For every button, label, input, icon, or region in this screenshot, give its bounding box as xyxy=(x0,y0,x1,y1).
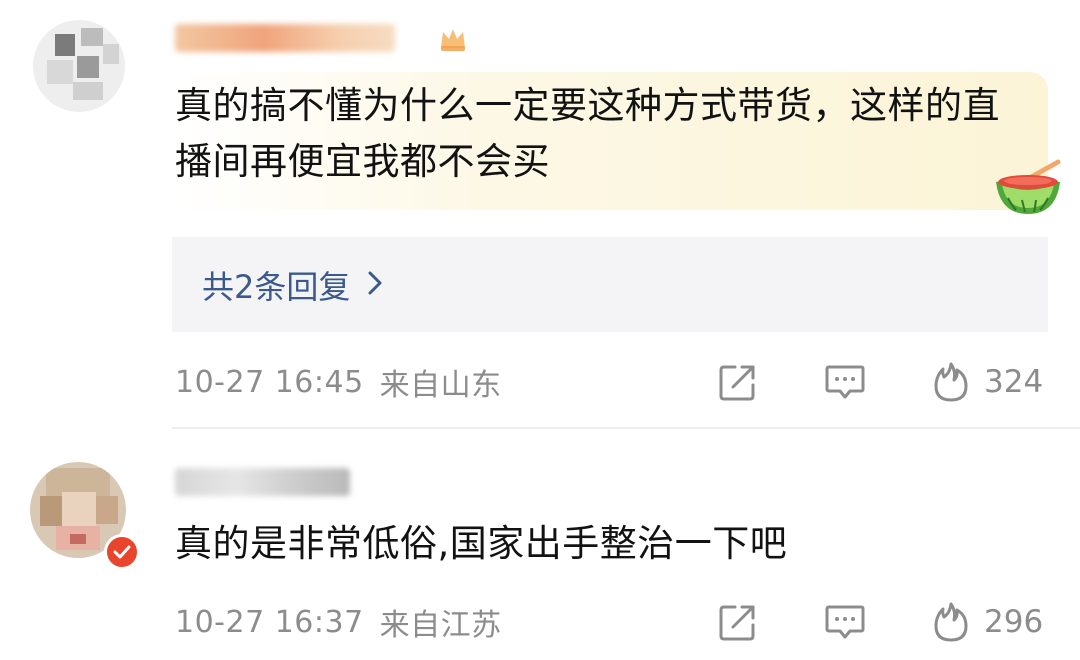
share-button[interactable] xyxy=(718,360,758,404)
replies-box: 共2条回复 xyxy=(172,237,1048,332)
comment-text: 真的是非常低俗,国家出手整治一下吧 xyxy=(175,522,788,565)
like-button[interactable]: 324 xyxy=(932,360,1043,404)
comment-icon xyxy=(824,361,866,403)
share-button[interactable] xyxy=(718,600,758,644)
like-count: 296 xyxy=(984,604,1044,640)
avatar[interactable] xyxy=(33,20,125,112)
location: 来自山东 xyxy=(379,368,502,403)
comment-text: 真的搞不懂为什么一定要这种方式带货，这样的直播间再便宜我都不会买 xyxy=(175,84,1000,183)
share-icon xyxy=(718,362,758,402)
comment-button[interactable] xyxy=(824,360,866,404)
like-count: 324 xyxy=(984,364,1044,400)
comment-meta: 10-27 16:45 来自山东 xyxy=(175,362,502,404)
comment-meta: 10-27 16:37 来自江苏 xyxy=(175,602,502,644)
crown-badge-icon xyxy=(438,26,468,52)
share-icon xyxy=(718,602,758,642)
comment-item: 真的是非常低俗,国家出手整治一下吧 10-27 16:37 来自江苏 296 xyxy=(0,428,1080,660)
verified-badge-icon xyxy=(104,534,140,570)
username[interactable] xyxy=(175,464,355,498)
username[interactable] xyxy=(175,20,405,54)
location: 来自江苏 xyxy=(379,608,502,643)
timestamp: 10-27 16:45 xyxy=(175,364,364,400)
flame-icon xyxy=(932,601,970,643)
comment-button[interactable] xyxy=(824,600,866,644)
watermelon-icon xyxy=(992,158,1064,216)
timestamp: 10-27 16:37 xyxy=(175,604,364,640)
comment-icon xyxy=(824,601,866,643)
comment-item: 真的搞不懂为什么一定要这种方式带货，这样的直播间再便宜我都不会买 共2条回复 1… xyxy=(0,0,1080,428)
chevron-right-icon xyxy=(366,266,384,304)
replies-label: 共2条回复 xyxy=(202,267,351,306)
like-button[interactable]: 296 xyxy=(932,600,1043,644)
flame-icon xyxy=(932,361,970,403)
replies-link[interactable]: 共2条回复 xyxy=(202,237,384,332)
